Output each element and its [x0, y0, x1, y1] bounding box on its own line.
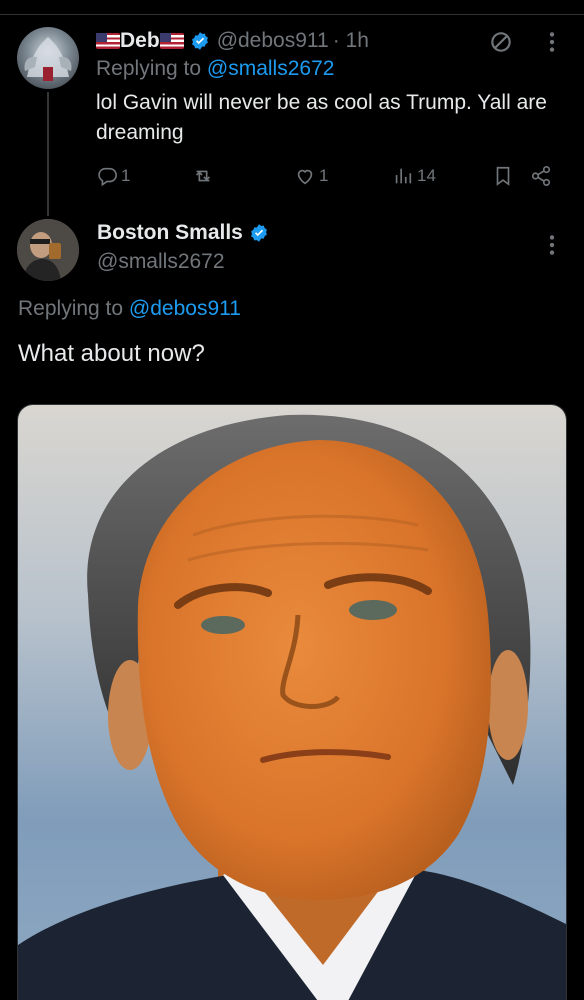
top-divider — [0, 14, 584, 15]
retweet-button[interactable] — [192, 163, 217, 189]
tweet-text: lol Gavin will never be as cool as Trump… — [96, 91, 547, 144]
reply-icon — [98, 167, 117, 187]
replying-to-link[interactable]: @debos911 — [129, 297, 241, 320]
action-bar: 1 1 14 — [96, 163, 566, 189]
reply-count: 1 — [121, 166, 131, 185]
retweet-icon — [195, 170, 211, 182]
replying-prefix: Replying to — [18, 297, 124, 320]
more-options-icon[interactable] — [542, 29, 562, 55]
display-name[interactable]: Deb — [120, 29, 160, 53]
share-button[interactable] — [530, 163, 552, 189]
replying-to-link[interactable]: @smalls2672 — [207, 57, 335, 80]
replying-to: Replying to @debos911 — [18, 297, 241, 321]
avatar[interactable] — [17, 219, 79, 281]
like-button[interactable]: 1 — [294, 163, 328, 189]
portrait-image — [18, 405, 566, 1000]
no-entry-icon[interactable] — [488, 29, 514, 55]
us-flag-icon — [159, 33, 184, 49]
bookmark-button[interactable] — [492, 163, 514, 189]
more-options-icon[interactable] — [542, 232, 562, 258]
avatar[interactable] — [17, 27, 79, 89]
timestamp[interactable]: · 1h — [333, 29, 369, 53]
display-name[interactable]: Boston Smalls — [97, 221, 243, 245]
verified-badge-icon — [191, 32, 208, 50]
like-count: 1 — [319, 166, 329, 185]
main-tweet-header: Boston Smalls — [97, 221, 269, 245]
bookmark-icon — [496, 166, 510, 186]
replying-to: Replying to @smalls2672 — [96, 57, 334, 81]
like-icon — [297, 169, 313, 185]
reply-tweet-header: Deb @debos911 · 1h — [96, 26, 369, 56]
tweet-photo[interactable] — [17, 404, 567, 1000]
views-count: 14 — [417, 166, 436, 185]
us-flag-icon — [96, 33, 120, 49]
views-icon — [395, 168, 412, 184]
reply-button[interactable]: 1 — [96, 163, 130, 189]
handle[interactable]: @debos911 — [217, 29, 329, 53]
verified-badge-icon — [250, 224, 267, 242]
handle[interactable]: @smalls2672 — [97, 250, 225, 274]
thread-line — [47, 92, 49, 216]
share-icon — [531, 166, 551, 186]
replying-prefix: Replying to — [96, 57, 202, 80]
views-button[interactable]: 14 — [392, 163, 436, 189]
tweet-text: What about now? — [18, 340, 205, 367]
